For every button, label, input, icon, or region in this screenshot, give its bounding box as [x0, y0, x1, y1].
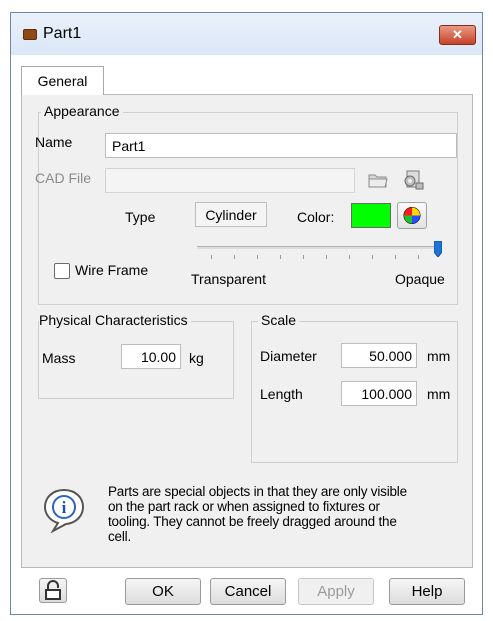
transparency-slider-track[interactable]	[197, 246, 441, 249]
diameter-field[interactable]	[341, 343, 417, 368]
lock-button[interactable]	[39, 578, 67, 603]
scale-title: Scale	[258, 312, 300, 328]
slider-tick	[349, 255, 350, 259]
slider-tick	[303, 255, 304, 259]
type-value: Cylinder	[195, 202, 267, 227]
length-unit: mm	[427, 386, 451, 402]
part-icon	[23, 29, 37, 40]
slider-tick	[211, 255, 212, 259]
color-picker-button[interactable]	[397, 202, 427, 229]
slider-tick	[257, 255, 258, 259]
physical-characteristics-title: Physical Characteristics	[39, 312, 191, 328]
name-field[interactable]	[105, 133, 457, 158]
color-label: Color:	[297, 209, 335, 225]
diameter-label: Diameter	[260, 348, 317, 364]
svg-text:i: i	[62, 498, 67, 517]
cad-file-label: CAD File	[35, 170, 92, 186]
slider-tick	[418, 255, 419, 259]
scale-group: Scale Diameter mm Length mm	[251, 312, 458, 463]
cad-settings-icon[interactable]	[401, 169, 425, 191]
color-wheel-icon	[403, 207, 421, 224]
type-label: Type	[125, 209, 156, 225]
help-button[interactable]: Help	[389, 578, 465, 605]
appearance-group: Appearance Name CAD File Type	[35, 103, 458, 305]
info-message: Parts are special objects in that they a…	[108, 484, 407, 544]
length-field[interactable]	[341, 381, 417, 406]
transparent-label: Transparent	[191, 271, 266, 287]
slider-tick	[234, 255, 235, 259]
transparency-slider-thumb[interactable]	[433, 240, 443, 258]
wire-frame-checkbox[interactable]	[54, 263, 70, 279]
wire-frame-label: Wire Frame	[75, 262, 149, 278]
color-swatch[interactable]	[351, 203, 391, 228]
close-button[interactable]: ✕	[439, 25, 476, 45]
mass-label: Mass	[42, 350, 76, 366]
slider-tick	[326, 255, 327, 259]
info-icon: i	[42, 487, 86, 534]
mass-field[interactable]	[121, 344, 181, 369]
title-bar[interactable]: Part1 ✕	[11, 13, 482, 55]
slider-tick	[372, 255, 373, 259]
physical-characteristics-group: Physical Characteristics Mass kg	[38, 312, 234, 399]
apply-button[interactable]: Apply	[298, 578, 374, 605]
dialog-window: Part1 ✕ General Appearance Name CAD File	[10, 12, 483, 615]
diameter-unit: mm	[427, 348, 451, 364]
appearance-group-title: Appearance	[41, 103, 123, 119]
name-label: Name	[35, 134, 73, 150]
tab-panel-general: Appearance Name CAD File Type	[21, 94, 473, 568]
ok-button[interactable]: OK	[125, 578, 201, 605]
cancel-button[interactable]: Cancel	[210, 578, 286, 605]
cad-file-field	[105, 168, 355, 193]
tab-general[interactable]: General	[21, 66, 104, 95]
opaque-label: Opaque	[395, 271, 445, 287]
window-title: Part1	[43, 25, 82, 42]
open-folder-icon[interactable]	[367, 171, 389, 189]
lock-icon	[45, 580, 61, 600]
length-label: Length	[260, 386, 303, 402]
mass-unit: kg	[189, 350, 204, 366]
slider-tick	[280, 255, 281, 259]
slider-tick	[395, 255, 396, 259]
